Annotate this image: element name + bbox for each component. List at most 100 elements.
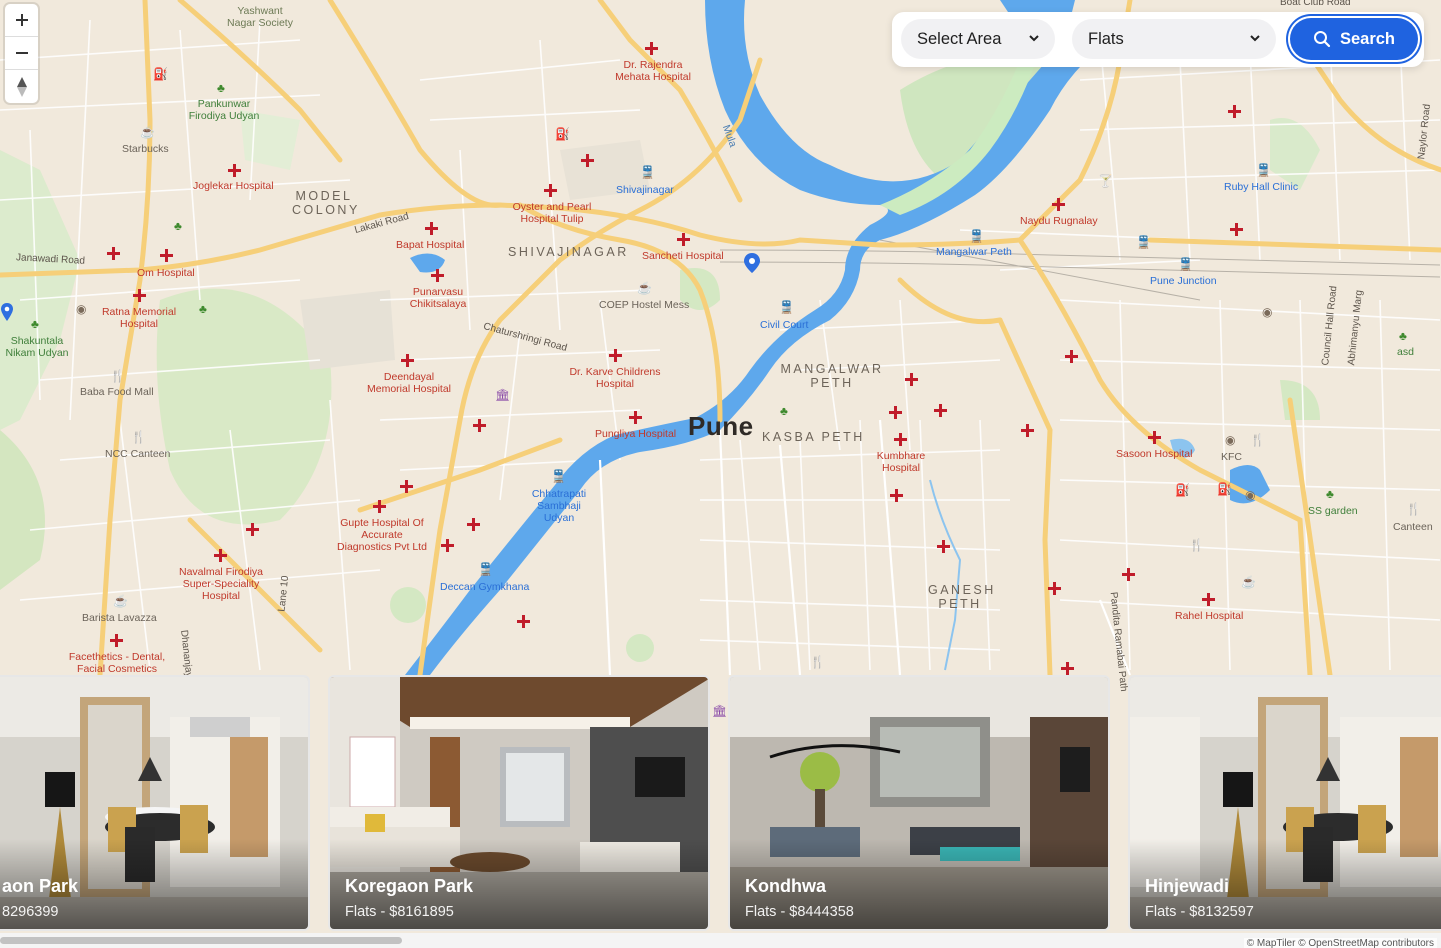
transit-icon[interactable]: 🚆 [551,470,566,482]
restaurant-label: Canteen [1393,521,1433,533]
card-title: Koregaon Park [345,876,474,896]
hospital-icon[interactable] [609,349,622,362]
transit-icon[interactable]: 🚆 [1178,258,1193,270]
property-card[interactable]: Koregaon Park Flats - $8161895 [328,675,710,931]
hospital-icon[interactable] [889,406,902,419]
search-button-label: Search [1339,29,1396,48]
hospital-icon[interactable] [228,164,241,177]
hospital-icon[interactable] [373,500,386,513]
fastfood-icon[interactable]: ◉ [76,303,86,315]
transit-icon[interactable]: 🚆 [640,166,655,178]
hospital-icon[interactable] [214,549,227,562]
hospital-icon[interactable] [1021,424,1034,437]
transit-icon[interactable]: 🚆 [969,230,984,242]
hospital-icon[interactable] [107,247,120,260]
transit-icon[interactable]: 🚆 [1136,236,1151,248]
park-tree-icon[interactable]: ♣ [1326,488,1334,500]
hospital-icon[interactable] [431,269,444,282]
hospital-icon[interactable] [1122,568,1135,581]
hospital-icon[interactable] [401,354,414,367]
hospital-icon[interactable] [400,480,413,493]
restaurant-icon[interactable]: 🍴 [131,431,146,443]
fuel-station-icon[interactable]: ⛽ [153,68,168,80]
hospital-icon[interactable] [1061,662,1074,675]
location-pin-icon[interactable] [743,252,761,274]
hospital-icon[interactable] [133,289,146,302]
park-tree-icon[interactable]: ♣ [174,220,182,232]
park-label: asd [1397,346,1414,358]
hospital-icon[interactable] [110,634,123,647]
hospital-icon[interactable] [160,249,173,262]
park-tree-icon[interactable]: ♣ [31,318,39,330]
transit-label: Ruby Hall Clinic [1224,181,1299,193]
search-bar: Select Area Flats Search [892,12,1424,67]
fuel-station-icon[interactable]: ⛽ [1217,483,1232,495]
cafe-icon[interactable]: ☕ [637,282,652,294]
hospital-icon[interactable] [934,404,947,417]
hospital-icon[interactable] [894,433,907,446]
hospital-icon[interactable] [1230,223,1243,236]
park-tree-icon[interactable]: ♣ [217,82,225,94]
hospital-icon[interactable] [441,539,454,552]
fuel-station-icon[interactable]: ⛽ [1175,484,1190,496]
hospital-icon[interactable] [467,518,480,531]
cafe-icon[interactable]: ☕ [140,126,155,138]
property-card[interactable]: Kondhwa Flats - $8444358 [728,675,1110,931]
hospital-label: Rahel Hospital [1175,610,1244,622]
cafe-label: Starbucks [122,143,169,155]
park-tree-icon[interactable]: ♣ [1399,330,1407,342]
restaurant-icon[interactable]: 🍴 [110,370,125,382]
hospital-icon[interactable] [1065,350,1078,363]
hospital-icon[interactable] [645,42,658,55]
property-card[interactable]: aon Park 8296399 [0,675,310,931]
restaurant-icon[interactable]: 🍴 [1406,503,1421,515]
hospital-icon[interactable] [473,419,486,432]
zoom-out-button[interactable] [5,37,38,70]
card-subtitle: Flats - $8444358 [745,904,854,920]
hospital-label: Facethetics - Dental, Facial Cosmetics [68,651,166,676]
carousel-scrollbar-thumb[interactable] [0,937,402,944]
hospital-icon[interactable] [517,615,530,628]
restaurant-icon[interactable]: 🍴 [1189,539,1204,551]
hospital-icon[interactable] [425,222,438,235]
hospital-icon[interactable] [677,233,690,246]
hospital-icon[interactable] [581,154,594,167]
zoom-in-button[interactable] [5,4,38,37]
cafe-icon[interactable]: ☕ [1241,576,1256,588]
compass-button[interactable] [5,70,38,103]
hospital-icon[interactable] [1202,593,1215,606]
property-carousel[interactable]: aon Park 8296399 Koregaon Park Flats - $… [0,675,1441,933]
hospital-icon[interactable] [246,523,259,536]
transit-label: Shivajinagar [616,184,674,196]
park-tree-icon[interactable]: ♣ [780,405,788,417]
hospital-icon[interactable] [1048,582,1061,595]
bar-icon[interactable]: 🍸 [1098,175,1113,187]
transit-icon[interactable]: 🚆 [478,563,493,575]
city-label: Pune [688,411,754,441]
restaurant-icon[interactable]: 🍴 [1250,434,1265,446]
restaurant-icon[interactable]: 🍴 [810,656,825,668]
hospital-icon[interactable] [1148,431,1161,444]
fuel-station-icon[interactable]: ⛽ [555,128,570,140]
hospital-icon[interactable] [890,489,903,502]
hospital-icon[interactable] [544,184,557,197]
fastfood-icon[interactable]: ◉ [1245,489,1255,501]
hospital-icon[interactable] [905,373,918,386]
location-pin-icon[interactable] [0,302,14,322]
hospital-icon[interactable] [937,540,950,553]
map-attribution[interactable]: © MapTiler © OpenStreetMap contributors [1243,938,1437,948]
transit-icon[interactable]: 🚆 [779,301,794,313]
property-card[interactable]: Hinjewadi Flats - $8132597 [1128,675,1441,931]
cafe-icon[interactable]: ☕ [113,595,128,607]
transit-icon[interactable]: 🚆 [1256,164,1271,176]
property-type-select[interactable]: Flats [1072,19,1276,59]
park-tree-icon[interactable]: ♣ [199,303,207,315]
area-select[interactable]: Select Area [901,19,1055,59]
hospital-icon[interactable] [1228,105,1241,118]
fastfood-icon[interactable]: ◉ [1262,306,1272,318]
search-button[interactable]: Search [1290,18,1418,60]
hospital-icon[interactable] [629,411,642,424]
museum-icon[interactable]: 🏛 [495,389,510,401]
fastfood-icon[interactable]: ◉ [1225,434,1235,446]
hospital-icon[interactable] [1052,198,1065,211]
